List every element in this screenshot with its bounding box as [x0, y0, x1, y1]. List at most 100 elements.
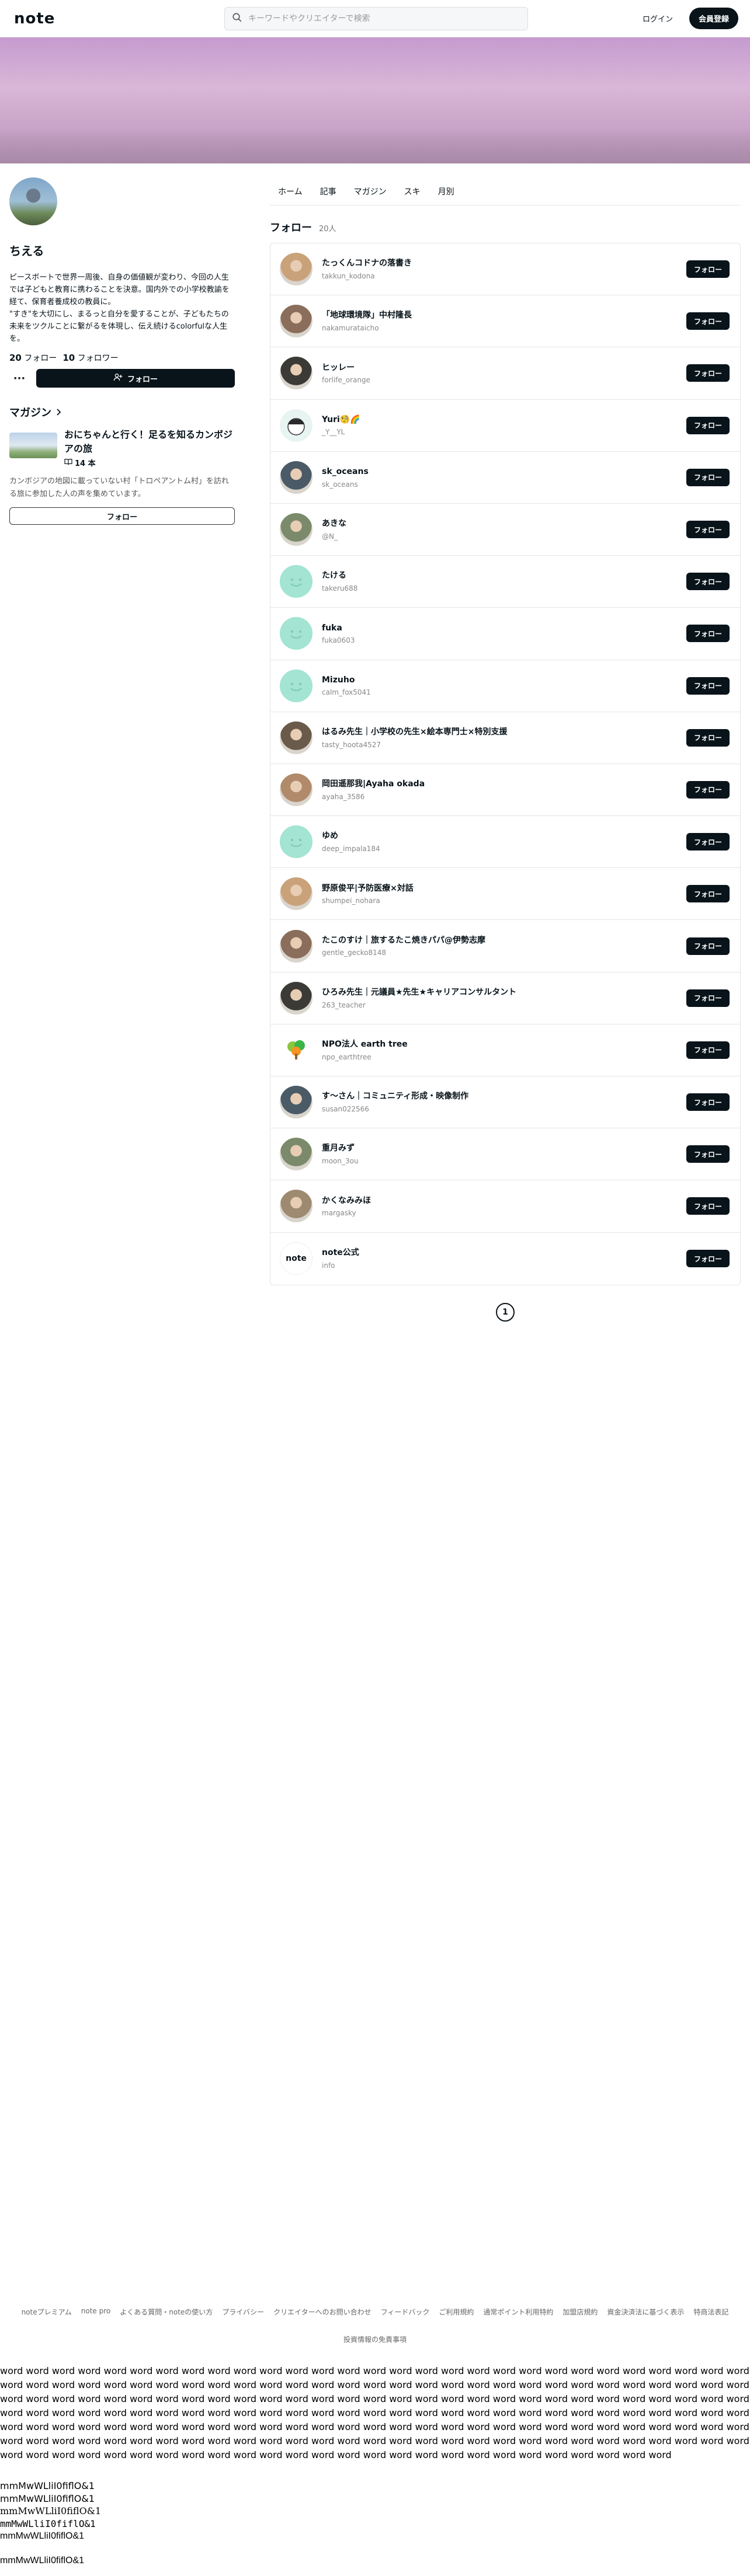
- user-name[interactable]: 岡田遥那我|Ayaha okada: [322, 779, 686, 790]
- user-avatar[interactable]: [280, 1190, 312, 1223]
- follow-user-button[interactable]: フォロー: [686, 677, 730, 695]
- follow-user-row[interactable]: sk_oceans sk_oceans フォロー: [270, 452, 740, 504]
- user-avatar[interactable]: [280, 305, 312, 338]
- follow-user-row[interactable]: たける takeru688 フォロー: [270, 556, 740, 608]
- user-name[interactable]: 重月みず: [322, 1143, 686, 1155]
- user-name[interactable]: ひろみ先生｜元議員★先生★キャリアコンサルタント: [322, 987, 686, 999]
- user-avatar[interactable]: [280, 1033, 312, 1066]
- follow-user-row[interactable]: かくなみみほ margasky フォロー: [270, 1180, 740, 1233]
- footer-link[interactable]: よくある質問・noteの使い方: [120, 2307, 213, 2317]
- magazine-title[interactable]: おにちゃんと行く！足るを知るカンボジアの旅: [64, 428, 235, 456]
- follow-user-button[interactable]: フォロー: [686, 312, 730, 330]
- follow-user-row[interactable]: ゆめ deep_impala184 フォロー: [270, 816, 740, 869]
- user-name[interactable]: あきな: [322, 518, 686, 530]
- follow-user-row[interactable]: ひろみ先生｜元議員★先生★キャリアコンサルタント 263_teacher フォロー: [270, 972, 740, 1024]
- page-number-current[interactable]: 1: [496, 1302, 515, 1322]
- user-name[interactable]: たける: [322, 570, 686, 582]
- user-avatar[interactable]: [280, 825, 312, 859]
- signup-button[interactable]: 会員登録: [689, 8, 738, 29]
- user-name[interactable]: す～さん｜コミュニティ形成・映像制作: [322, 1091, 686, 1103]
- footer-link[interactable]: 通常ポイント利用特約: [483, 2307, 553, 2317]
- follow-user-button[interactable]: フォロー: [686, 1041, 730, 1059]
- follow-user-button[interactable]: フォロー: [686, 573, 730, 591]
- more-options-icon[interactable]: ···: [9, 368, 29, 388]
- follow-user-button[interactable]: フォロー: [686, 625, 730, 643]
- user-name[interactable]: はるみ先生｜小学校の先生×絵本専門士×特別支援: [322, 727, 686, 738]
- user-avatar[interactable]: [280, 357, 312, 390]
- user-avatar[interactable]: [280, 669, 312, 702]
- follow-user-button[interactable]: フォロー: [686, 1250, 730, 1268]
- user-name[interactable]: たっくんコドナの落書き: [322, 258, 686, 270]
- user-avatar[interactable]: note: [280, 1242, 312, 1275]
- user-avatar[interactable]: [280, 1138, 312, 1171]
- user-name[interactable]: Yuri🧐🌈: [322, 414, 686, 426]
- tab-articles[interactable]: 記事: [320, 186, 336, 197]
- user-name[interactable]: たこのすけ｜旅するたこ焼きパパ@伊勢志摩: [322, 935, 686, 947]
- follow-user-button[interactable]: フォロー: [686, 364, 730, 382]
- follow-user-button[interactable]: フォロー: [686, 1197, 730, 1215]
- user-name[interactable]: 「地球環境隊」中村隆長: [322, 310, 686, 322]
- follow-user-row[interactable]: たこのすけ｜旅するたこ焼きパパ@伊勢志摩 gentle_gecko8148 フォロー: [270, 920, 740, 972]
- user-avatar[interactable]: [280, 929, 312, 963]
- follow-user-button[interactable]: フォロー: [686, 780, 730, 799]
- user-name[interactable]: 野原俊平|予防医療×対話: [322, 883, 686, 895]
- user-avatar[interactable]: [280, 409, 312, 442]
- follow-user-row[interactable]: 重月みず moon_3ou フォロー: [270, 1128, 740, 1181]
- follow-user-button[interactable]: フォロー: [686, 1145, 730, 1163]
- follow-user-row[interactable]: 岡田遥那我|Ayaha okada ayaha_3586 フォロー: [270, 764, 740, 817]
- footer-link[interactable]: noteプレミアム: [22, 2307, 72, 2317]
- user-name[interactable]: Mizuho: [322, 675, 686, 686]
- user-name[interactable]: sk_oceans: [322, 466, 686, 478]
- search-input[interactable]: [248, 13, 520, 23]
- user-avatar[interactable]: [280, 877, 312, 911]
- user-name[interactable]: note公式: [322, 1247, 686, 1259]
- footer-link[interactable]: 資金決済法に基づく表示: [607, 2307, 684, 2317]
- magazine-heading[interactable]: マガジン: [9, 405, 235, 420]
- user-avatar[interactable]: [280, 461, 312, 494]
- user-avatar[interactable]: [280, 565, 312, 598]
- follow-user-row[interactable]: はるみ先生｜小学校の先生×絵本専門士×特別支援 tasty_hoota4527 フォ…: [270, 712, 740, 764]
- follow-user-button[interactable]: フォロー: [686, 728, 730, 747]
- footer-link[interactable]: note pro: [81, 2307, 110, 2317]
- search-bar[interactable]: [224, 6, 528, 30]
- user-avatar[interactable]: [280, 721, 312, 754]
- follow-user-button[interactable]: フォロー: [686, 468, 730, 486]
- follow-user-row[interactable]: す～さん｜コミュニティ形成・映像制作 susan022566 フォロー: [270, 1076, 740, 1129]
- follow-user-button[interactable]: フォロー: [686, 416, 730, 434]
- user-avatar[interactable]: [280, 981, 312, 1015]
- follow-user-button[interactable]: フォロー: [686, 521, 730, 539]
- footer-link[interactable]: 加盟店規約: [562, 2307, 598, 2317]
- user-avatar[interactable]: [280, 773, 312, 806]
- follow-user-row[interactable]: NPO法人 earth tree npo_earthtree フォロー: [270, 1024, 740, 1076]
- footer-link[interactable]: フィードバック: [381, 2307, 430, 2317]
- follow-user-button[interactable]: フォロー: [686, 1093, 730, 1111]
- followers-link[interactable]: 10 フォロワー: [62, 352, 118, 364]
- note-logo[interactable]: note: [14, 10, 224, 27]
- follow-user-button[interactable]: フォロー: [686, 260, 730, 278]
- follow-user-button[interactable]: フォロー: [686, 937, 730, 955]
- follow-user-row[interactable]: たっくんコドナの落書き takkun_kodona フォロー: [270, 243, 740, 296]
- follow-user-button[interactable]: フォロー: [686, 885, 730, 903]
- user-avatar[interactable]: [280, 253, 312, 286]
- follow-user-button[interactable]: フォロー: [686, 989, 730, 1007]
- login-button[interactable]: ログイン: [634, 8, 681, 29]
- user-name[interactable]: ゆめ: [322, 831, 686, 842]
- follow-user-row[interactable]: 「地球環境隊」中村隆長 nakamurataicho フォロー: [270, 295, 740, 348]
- follow-user-row[interactable]: ヒッレー forlife_orange フォロー: [270, 347, 740, 400]
- follow-user-row[interactable]: fuka fuka0603 フォロー: [270, 608, 740, 660]
- user-name[interactable]: fuka: [322, 623, 686, 635]
- tab-home[interactable]: ホーム: [278, 186, 303, 197]
- follow-user-row[interactable]: Yuri🧐🌈 _Y__YL フォロー: [270, 400, 740, 452]
- user-name[interactable]: NPO法人 earth tree: [322, 1039, 686, 1051]
- tab-monthly[interactable]: 月別: [438, 186, 454, 197]
- following-link[interactable]: 20 フォロー: [9, 352, 57, 364]
- follow-user-button[interactable]: フォロー: [686, 833, 730, 851]
- footer-link[interactable]: クリエイターへのお問い合わせ: [273, 2307, 371, 2317]
- footer-link[interactable]: ご利用規約: [439, 2307, 474, 2317]
- follow-creator-button[interactable]: フォロー: [36, 369, 235, 388]
- user-name[interactable]: かくなみみほ: [322, 1195, 686, 1207]
- follow-user-row[interactable]: Mizuho calm_fox5041 フォロー: [270, 660, 740, 712]
- follow-user-row[interactable]: note note公式 info フォロー: [270, 1233, 740, 1285]
- tab-likes[interactable]: スキ: [404, 186, 421, 197]
- user-avatar[interactable]: [280, 1086, 312, 1119]
